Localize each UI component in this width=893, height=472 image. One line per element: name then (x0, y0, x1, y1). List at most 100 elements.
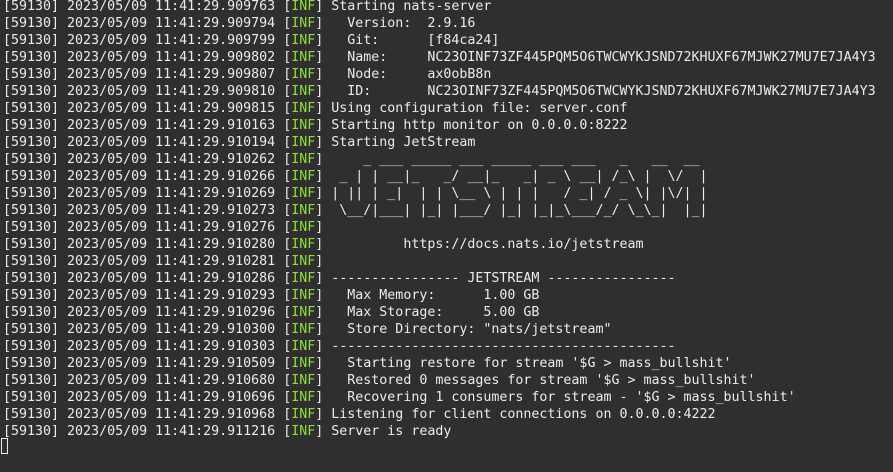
log-prefix: [59130] 2023/05/09 11:41:29.910296 (3, 305, 284, 320)
log-level-tag: INF (291, 407, 316, 422)
log-line: [59130] 2023/05/09 11:41:29.911216 [INF]… (3, 424, 452, 439)
log-prefix: [59130] 2023/05/09 11:41:29.910303 (3, 339, 284, 354)
log-line: [59130] 2023/05/09 11:41:29.910696 [INF]… (3, 390, 796, 405)
log-level-tag: INF (291, 220, 316, 235)
log-message: ---------------- JETSTREAM -------------… (331, 271, 676, 286)
terminal-output: [59130] 2023/05/09 11:41:29.909763 [INF]… (3, 0, 893, 440)
log-line: [59130] 2023/05/09 11:41:29.909802 [INF]… (3, 50, 876, 65)
log-prefix: [59130] 2023/05/09 11:41:29.910509 (3, 356, 284, 371)
log-line: [59130] 2023/05/09 11:41:29.910273 [INF]… (3, 203, 708, 218)
log-message: Recovering 1 consumers for stream - '$G … (331, 390, 796, 405)
log-line: [59130] 2023/05/09 11:41:29.909810 [INF]… (3, 84, 876, 99)
log-prefix: [59130] 2023/05/09 11:41:29.910262 (3, 152, 284, 167)
log-message: Store Directory: "nats/jetstream" (331, 322, 612, 337)
log-prefix: [59130] 2023/05/09 11:41:29.909763 (3, 0, 284, 14)
log-prefix: [59130] 2023/05/09 11:41:29.910276 (3, 220, 284, 235)
log-line: [59130] 2023/05/09 11:41:29.910280 [INF]… (3, 237, 644, 252)
log-level-tag: INF (291, 33, 316, 48)
log-prefix: [59130] 2023/05/09 11:41:29.910286 (3, 271, 284, 286)
log-line: [59130] 2023/05/09 11:41:29.909794 [INF]… (3, 16, 476, 31)
log-line: [59130] 2023/05/09 11:41:29.910509 [INF]… (3, 356, 732, 371)
log-message: ID: NC23OINF73ZF445PQM5O6TWCWYKJSND72KHU… (331, 84, 876, 99)
log-level-tag: INF (291, 254, 316, 269)
log-level-tag: INF (291, 271, 316, 286)
log-level-tag: INF (291, 288, 316, 303)
log-line: [59130] 2023/05/09 11:41:29.910968 [INF]… (3, 407, 716, 422)
log-line: [59130] 2023/05/09 11:41:29.910680 [INF]… (3, 373, 756, 388)
log-prefix: [59130] 2023/05/09 11:41:29.910273 (3, 203, 284, 218)
log-prefix: [59130] 2023/05/09 11:41:29.910266 (3, 169, 284, 184)
log-level-tag: INF (291, 16, 316, 31)
log-level-tag: INF (291, 0, 316, 14)
log-level-tag: INF (291, 339, 316, 354)
log-message: Server is ready (331, 424, 452, 439)
log-prefix: [59130] 2023/05/09 11:41:29.910680 (3, 373, 284, 388)
log-level-tag: INF (291, 50, 316, 65)
log-line: [59130] 2023/05/09 11:41:29.910300 [INF]… (3, 322, 612, 337)
log-level-tag: INF (291, 424, 316, 439)
log-level-tag: INF (291, 237, 316, 252)
log-level-tag: INF (291, 152, 316, 167)
log-message: Starting http monitor on 0.0.0.0:8222 (331, 118, 628, 133)
log-level-tag: INF (291, 203, 316, 218)
log-line: [59130] 2023/05/09 11:41:29.910163 [INF]… (3, 118, 628, 133)
log-prefix: [59130] 2023/05/09 11:41:29.910163 (3, 118, 284, 133)
log-level-tag: INF (291, 169, 316, 184)
log-message: Git: [f84ca24] (331, 33, 500, 48)
log-line: [59130] 2023/05/09 11:41:29.910303 [INF]… (3, 339, 676, 354)
log-line: [59130] 2023/05/09 11:41:29.910266 [INF]… (3, 169, 708, 184)
log-message: Version: 2.9.16 (331, 16, 476, 31)
log-message: Max Memory: 1.00 GB (331, 288, 540, 303)
log-message: Starting JetStream (331, 135, 476, 150)
log-prefix: [59130] 2023/05/09 11:41:29.909815 (3, 101, 284, 116)
log-prefix: [59130] 2023/05/09 11:41:29.910696 (3, 390, 284, 405)
log-level-tag: INF (291, 390, 316, 405)
log-message: | || | _| | | \__ \ | | | / _| / _ \| |\… (331, 186, 708, 201)
log-message: Using configuration file: server.conf (331, 101, 628, 116)
log-line: [59130] 2023/05/09 11:41:29.910281 [INF] (3, 254, 332, 269)
log-prefix: [59130] 2023/05/09 11:41:29.909802 (3, 50, 284, 65)
log-prefix: [59130] 2023/05/09 11:41:29.909794 (3, 16, 284, 31)
log-prefix: [59130] 2023/05/09 11:41:29.911216 (3, 424, 284, 439)
log-prefix: [59130] 2023/05/09 11:41:29.909810 (3, 84, 284, 99)
log-line: [59130] 2023/05/09 11:41:29.909763 [INF]… (3, 0, 492, 14)
log-message: Max Storage: 5.00 GB (331, 305, 540, 320)
log-message: \__/|___| |_| |___/ |_| |_|_\___/_/ \_\_… (331, 203, 708, 218)
log-message: ----------------------------------------… (331, 339, 676, 354)
log-message: Listening for client connections on 0.0.… (331, 407, 716, 422)
log-prefix: [59130] 2023/05/09 11:41:29.910280 (3, 237, 284, 252)
log-level-tag: INF (291, 356, 316, 371)
log-line: [59130] 2023/05/09 11:41:29.910269 [INF]… (3, 186, 708, 201)
log-level-tag: INF (291, 67, 316, 82)
log-line: [59130] 2023/05/09 11:41:29.910293 [INF]… (3, 288, 540, 303)
log-message: _ | | __|_ _/ __|_ _| _ \ __| /_\ | \/ | (331, 169, 708, 184)
log-prefix: [59130] 2023/05/09 11:41:29.910269 (3, 186, 284, 201)
log-line: [59130] 2023/05/09 11:41:29.910296 [INF]… (3, 305, 540, 320)
log-level-tag: INF (291, 373, 316, 388)
log-level-tag: INF (291, 135, 316, 150)
log-message: https://docs.nats.io/jetstream (331, 237, 644, 252)
log-prefix: [59130] 2023/05/09 11:41:29.910968 (3, 407, 284, 422)
log-level-tag: INF (291, 118, 316, 133)
log-message: Restored 0 messages for stream '$G > mas… (331, 373, 756, 388)
log-line: [59130] 2023/05/09 11:41:29.909807 [INF]… (3, 67, 492, 82)
log-message: _ ___ _____ ___ _____ ___ ___ _ __ __ (331, 152, 700, 167)
log-message: Name: NC23OINF73ZF445PQM5O6TWCWYKJSND72K… (331, 50, 876, 65)
log-level-tag: INF (291, 305, 316, 320)
log-line: [59130] 2023/05/09 11:41:29.909799 [INF]… (3, 33, 500, 48)
text-cursor (1, 438, 8, 454)
log-prefix: [59130] 2023/05/09 11:41:29.910281 (3, 254, 284, 269)
log-level-tag: INF (291, 101, 316, 116)
log-message: Starting restore for stream '$G > mass_b… (331, 356, 732, 371)
log-message: Starting nats-server (331, 0, 492, 14)
log-prefix: [59130] 2023/05/09 11:41:29.909799 (3, 33, 284, 48)
terminal-window[interactable]: [59130] 2023/05/09 11:41:29.909763 [INF]… (0, 0, 893, 472)
log-line: [59130] 2023/05/09 11:41:29.909815 [INF]… (3, 101, 628, 116)
log-prefix: [59130] 2023/05/09 11:41:29.910194 (3, 135, 284, 150)
log-line: [59130] 2023/05/09 11:41:29.910262 [INF]… (3, 152, 700, 167)
log-prefix: [59130] 2023/05/09 11:41:29.910300 (3, 322, 284, 337)
log-line: [59130] 2023/05/09 11:41:29.910194 [INF]… (3, 135, 476, 150)
log-message: Node: ax0obB8n (331, 67, 492, 82)
log-level-tag: INF (291, 84, 316, 99)
log-prefix: [59130] 2023/05/09 11:41:29.910293 (3, 288, 284, 303)
